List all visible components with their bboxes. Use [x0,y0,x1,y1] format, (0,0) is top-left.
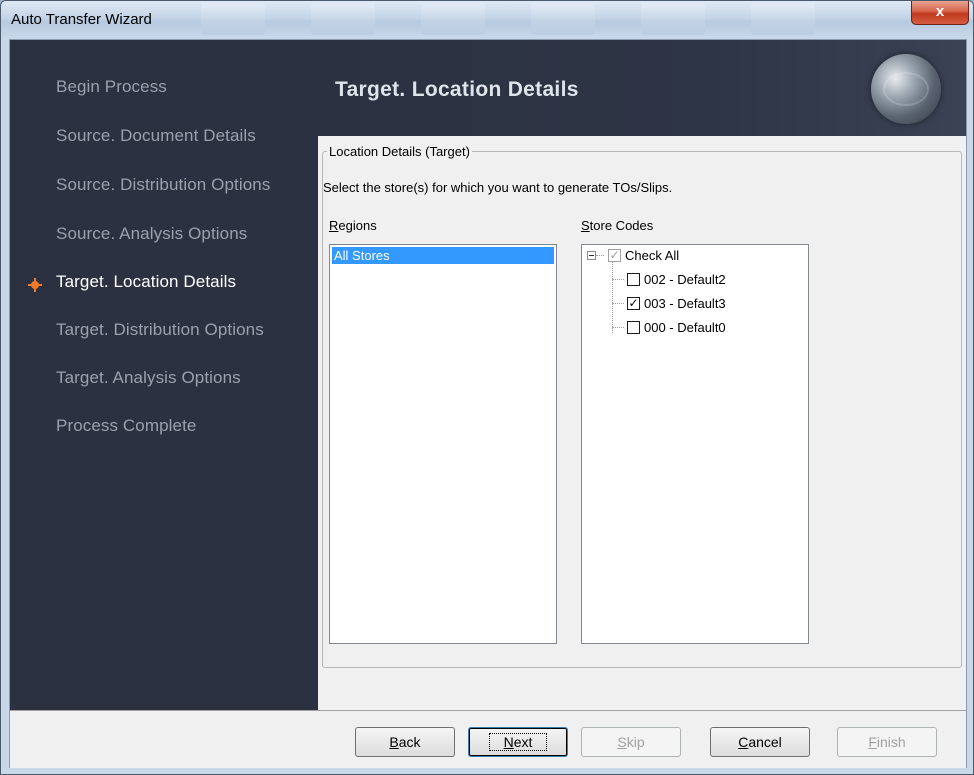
list-item-all-stores[interactable]: All Stores [332,247,554,264]
button-label: ack [398,734,421,750]
collapse-icon[interactable] [587,250,596,260]
mnemonic: S [581,218,590,233]
store-002-checkbox[interactable] [627,272,640,286]
mnemonic: N [503,734,514,750]
store-codes-label: Store Codes [581,218,653,233]
next-button[interactable]: Next [468,727,568,757]
tree-connector [612,327,624,328]
step-source-document-details: Source. Document Details [56,126,256,145]
background-tile [311,3,375,35]
step-process-complete: Process Complete [56,416,197,435]
label-text: egions [338,218,377,233]
button-label: kip [626,734,645,750]
background-tile [421,3,485,35]
tree-node-label: 002 - Default2 [644,271,726,287]
tree-node-003[interactable]: ✓ 003 - Default3 [627,294,726,312]
cancel-button[interactable]: Cancel [710,727,810,757]
close-icon: x [935,3,945,20]
step-source-distribution-options: Source. Distribution Options [56,175,271,194]
instruction-text: Select the store(s) for which you want t… [323,180,673,195]
button-label: inish [876,734,906,750]
window-title: Auto Transfer Wizard [11,11,152,28]
mnemonic: B [389,734,399,750]
step-target-location-details: Target. Location Details [56,272,237,291]
step-begin-process: Begin Process [56,77,167,96]
button-label: ancel [748,734,782,750]
background-tile [201,3,265,35]
mnemonic: R [329,218,339,233]
regions-listbox[interactable]: All Stores [329,244,557,644]
background-tile [531,3,595,35]
step-source-analysis-options: Source. Analysis Options [56,224,248,243]
tree-node-label: 003 - Default3 [644,295,726,311]
label-text: tore Codes [589,218,654,233]
page-header: Target. Location Details [318,40,966,136]
wizard-steps-sidebar: Begin Process Source. Document Details S… [10,40,318,710]
globe-icon [871,54,941,124]
tree-node-label: 000 - Default0 [644,319,726,335]
background-tile [751,3,815,35]
wizard-content: Location Details (Target) Select the sto… [318,136,966,710]
regions-label: Regions [329,218,377,233]
tree-node-000[interactable]: 000 - Default0 [627,318,726,336]
wizard-window: Auto Transfer Wizard x Begin Process Sou… [0,0,974,775]
group-legend: Location Details (Target) [329,144,470,159]
tree-node-label: Check All [625,247,680,263]
step-target-distribution-options: Target. Distribution Options [56,320,264,339]
wizard-footer: Back Next Skip Cancel Finish [10,710,966,768]
skip-button[interactable]: Skip [581,727,681,757]
check-all-checkbox[interactable]: ✓ [608,248,621,262]
store-000-checkbox[interactable] [627,320,640,334]
tree-connector [612,279,624,280]
store-codes-tree[interactable]: ✓ Check All 002 - Default2 ✓ 003 - Defau… [581,244,809,644]
background-tile [641,3,705,35]
mnemonic: F [868,734,877,750]
focus-rect: Next [488,733,548,751]
tree-node-002[interactable]: 002 - Default2 [627,270,726,288]
wizard-client-area: Begin Process Source. Document Details S… [9,39,967,768]
back-button[interactable]: Back [355,727,455,757]
step-target-analysis-options: Target. Analysis Options [56,368,241,387]
button-label: ext [513,734,533,750]
tree-node-check-all[interactable]: ✓ Check All [587,246,679,264]
tree-connector [612,303,624,304]
current-step-marker-icon [31,278,39,292]
store-003-checkbox[interactable]: ✓ [627,296,640,310]
title-bar[interactable]: Auto Transfer Wizard x [1,1,973,39]
tree-connector [612,260,613,333]
close-button[interactable]: x [911,1,969,25]
mnemonic: S [617,734,627,750]
mnemonic: C [738,734,749,750]
page-title: Target. Location Details [335,78,579,101]
finish-button[interactable]: Finish [837,727,937,757]
